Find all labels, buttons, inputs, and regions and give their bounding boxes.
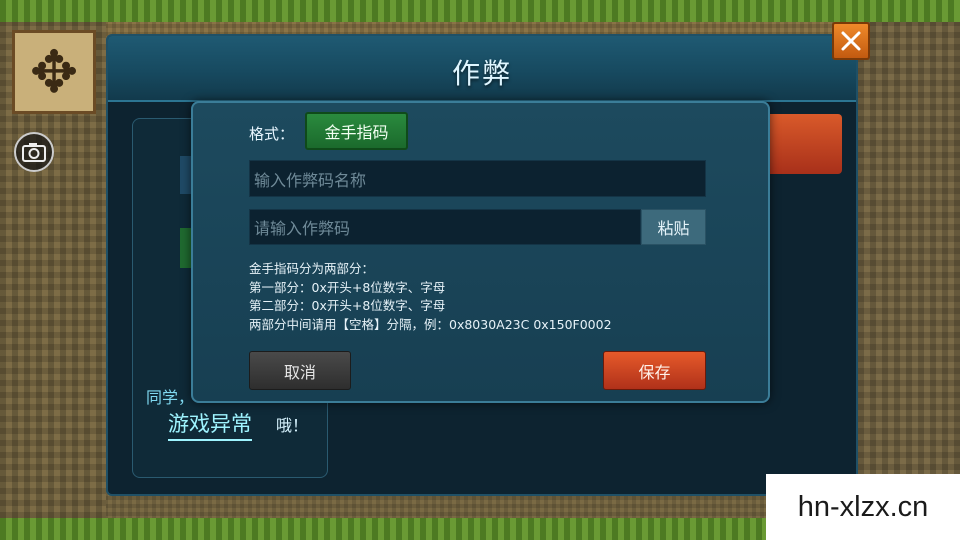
description-line: 第二部分：0x开头+8位数字、字母	[249, 298, 446, 313]
background-red-button	[764, 114, 842, 174]
dialog-title: 作弊	[451, 57, 512, 90]
background-card-link[interactable]: 游戏异常	[168, 408, 252, 441]
background-card-text-end: 哦！	[276, 416, 309, 435]
description-line: 金手指码分为两部分：	[249, 261, 375, 276]
cancel-button[interactable]: 取消	[249, 351, 351, 390]
description-line: 两部分中间请用【空格】分隔，例：0x8030A23C 0x150F0002	[249, 317, 612, 332]
paste-button[interactable]: 粘贴	[641, 209, 706, 245]
grass-border-top	[0, 0, 960, 22]
save-button[interactable]: 保存	[603, 351, 706, 390]
close-button[interactable]	[832, 22, 870, 60]
camera-icon[interactable]	[14, 132, 54, 172]
cheat-code-input[interactable]: 请输入作弊码	[249, 209, 641, 245]
dpad-icon[interactable]: ✥	[12, 30, 96, 114]
description-line: 第一部分：0x开头+8位数字、字母	[249, 280, 446, 295]
background-card-text: 同学，	[146, 388, 195, 407]
cheat-name-input[interactable]: 输入作弊码名称	[249, 160, 706, 197]
background-right-strip	[858, 22, 960, 518]
watermark: hn-xlzx.cn	[766, 474, 960, 540]
dialog-header: 作弊	[108, 36, 856, 102]
format-select-button[interactable]: 金手指码	[305, 112, 408, 150]
close-icon	[841, 31, 861, 51]
format-label: 格式：	[249, 125, 295, 143]
